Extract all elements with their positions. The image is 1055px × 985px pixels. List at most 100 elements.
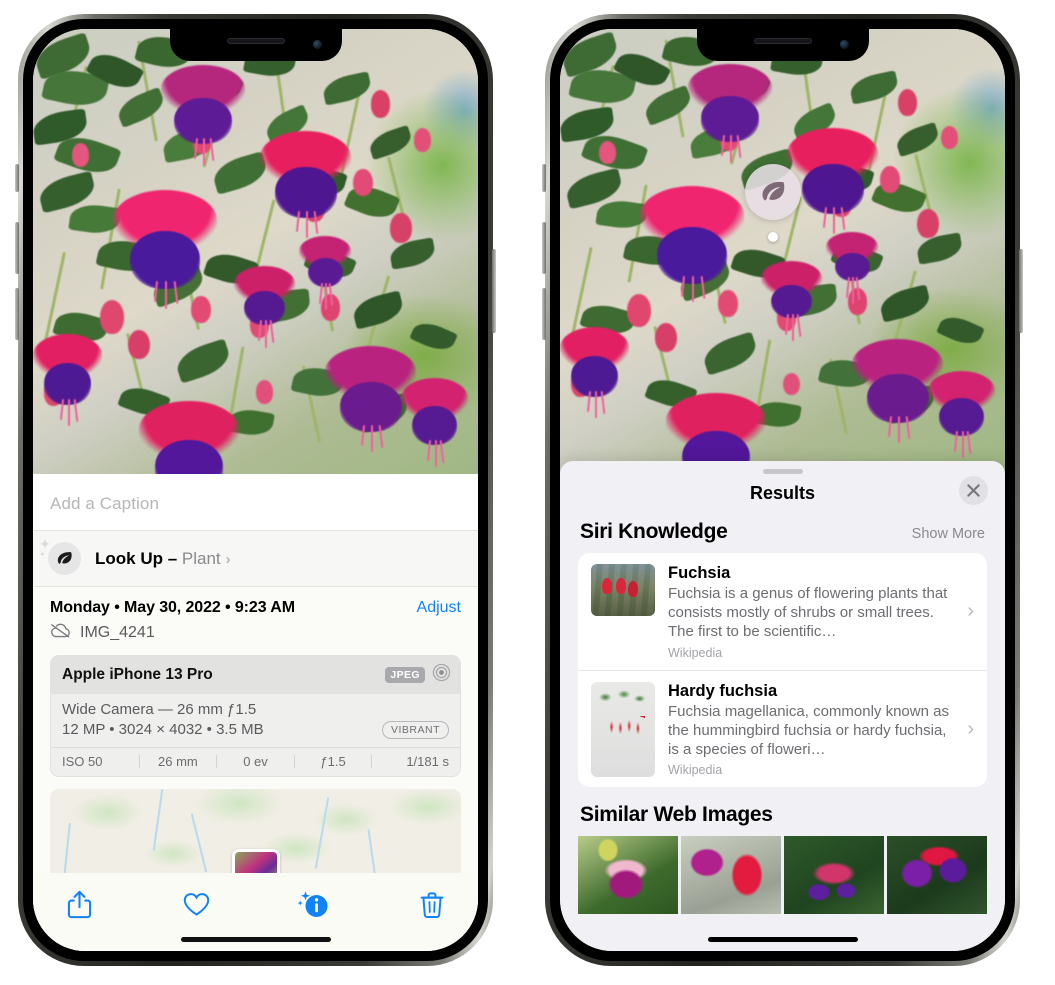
- info-button[interactable]: [294, 887, 334, 927]
- photo-flower-bud: [941, 126, 959, 150]
- caption-input[interactable]: Add a Caption: [33, 474, 478, 530]
- camera-info-card[interactable]: Apple iPhone 13 Pro JPEG Wide Camera — 2…: [50, 655, 461, 777]
- photo-flower-bud: [255, 380, 274, 404]
- photo-flower-bud: [390, 213, 412, 243]
- siri-knowledge-title: Siri Knowledge: [580, 520, 728, 543]
- iphone-left: Add a Caption ✦ ✦ Look Up – Plant › Monda: [15, 14, 496, 966]
- volume-down-button[interactable]: [542, 288, 546, 340]
- photo-fuchsia-left[interactable]: [33, 29, 478, 484]
- delete-button[interactable]: [412, 887, 452, 927]
- look-up-label: Look Up – Plant ›: [95, 549, 231, 569]
- photo-datetime: Monday • May 30, 2022 • 9:23 AM: [50, 599, 295, 616]
- datetime-row: Monday • May 30, 2022 • 9:23 AM Adjust: [33, 587, 478, 621]
- exif-exposure: 0 ev: [243, 753, 268, 769]
- photo-flower-bud: [128, 329, 150, 360]
- similar-web-images-strip[interactable]: [560, 836, 1005, 915]
- sparkle-icon-large: ✦: [39, 536, 51, 552]
- share-icon: [67, 890, 92, 924]
- close-icon: [967, 484, 980, 497]
- iphone-right: Results Siri Knowledge Show More Fuchsia…: [542, 14, 1023, 966]
- volume-up-button[interactable]: [15, 222, 19, 274]
- photo-flower-bud: [191, 295, 211, 324]
- photo-flower-bud: [353, 168, 373, 197]
- photo-flower-bud: [627, 293, 651, 328]
- knowledge-row[interactable]: Hardy fuchsia Fuchsia magellanica, commo…: [578, 669, 987, 788]
- earpiece-speaker-icon: [753, 38, 812, 44]
- exif-focal: 26 mm: [158, 753, 198, 769]
- photo-fuchsia-blossom: [139, 401, 239, 484]
- look-up-title: Look Up: [95, 548, 163, 568]
- knowledge-title: Hardy fuchsia: [668, 681, 778, 700]
- leaf-icon: [762, 181, 785, 201]
- photographic-style-badge: VIBRANT: [381, 721, 449, 739]
- photo-fuchsia-blossom: [299, 236, 352, 311]
- volume-up-button[interactable]: [542, 222, 546, 274]
- photo-fuchsia-right[interactable]: [560, 29, 1005, 474]
- leaf-icon: ✦ ✦: [39, 537, 81, 575]
- volume-down-button[interactable]: [15, 288, 19, 340]
- photo-leaf: [877, 284, 933, 323]
- siri-knowledge-header: Siri Knowledge Show More: [560, 518, 1005, 553]
- photo-flower-bud: [370, 90, 391, 118]
- photo-fuchsia-blossom: [160, 64, 246, 166]
- photo-leaf: [409, 317, 459, 357]
- silent-switch[interactable]: [542, 164, 546, 192]
- front-camera-icon: [312, 40, 322, 49]
- photo-fuchsia-blossom: [640, 186, 744, 303]
- look-up-row[interactable]: ✦ ✦ Look Up – Plant ›: [33, 530, 478, 587]
- knowledge-source: Wikipedia: [668, 645, 723, 660]
- similar-web-images-header: Similar Web Images: [560, 787, 1005, 834]
- photo-fuchsia-blossom: [687, 64, 773, 163]
- trash-icon: [420, 891, 444, 924]
- notch-right: [696, 29, 869, 61]
- web-image-thumbnail[interactable]: [681, 836, 781, 915]
- photo-location-map[interactable]: [50, 788, 461, 879]
- share-button[interactable]: [59, 887, 99, 927]
- format-badge: JPEG: [385, 666, 425, 684]
- close-button[interactable]: [959, 476, 988, 505]
- photo-leaf: [172, 338, 234, 384]
- web-image-thumbnail[interactable]: [784, 836, 884, 915]
- lens-description: Wide Camera — 26 mm ƒ1.5: [62, 701, 257, 718]
- screen-left: Add a Caption ✦ ✦ Look Up – Plant › Monda: [33, 29, 478, 951]
- home-indicator-right[interactable]: [707, 937, 858, 942]
- show-more-button[interactable]: Show More: [912, 526, 985, 542]
- camera-card-body: Wide Camera — 26 mm ƒ1.5 12 MP • 3024 × …: [51, 694, 460, 747]
- web-image-thumbnail[interactable]: [887, 836, 987, 915]
- chevron-right-icon: ›: [967, 717, 974, 740]
- favorite-button[interactable]: [177, 887, 217, 927]
- photo-flower-bud: [880, 165, 900, 193]
- photo-flower-bud: [414, 128, 432, 152]
- results-header: Results: [560, 474, 1005, 518]
- camera-model: Apple iPhone 13 Pro: [62, 666, 213, 683]
- photo-fuchsia-blossom: [826, 231, 879, 305]
- photo-leaf: [320, 70, 373, 106]
- knowledge-title: Fuchsia: [668, 564, 731, 582]
- visual-look-up-badge[interactable]: [745, 164, 801, 220]
- look-up-dash: –: [163, 548, 182, 568]
- home-indicator-left[interactable]: [180, 937, 331, 942]
- knowledge-thumbnail: [591, 681, 655, 777]
- lens-icon: [432, 663, 451, 687]
- results-sheet: Results Siri Knowledge Show More Fuchsia…: [560, 461, 1005, 951]
- heart-icon: [183, 892, 210, 922]
- web-image-thumbnail[interactable]: [578, 836, 678, 915]
- photo-leaf: [848, 69, 900, 105]
- screen-right: Results Siri Knowledge Show More Fuchsia…: [560, 29, 1005, 951]
- silent-switch[interactable]: [15, 164, 19, 192]
- photo-leaf: [893, 122, 942, 158]
- photo-flower-bud: [897, 89, 918, 116]
- photo-flower-bud: [917, 209, 939, 239]
- adjust-button[interactable]: Adjust: [417, 599, 461, 617]
- front-camera-icon: [839, 40, 849, 49]
- side-button[interactable]: [1019, 249, 1023, 333]
- knowledge-description: Fuchsia is a genus of flowering plants t…: [668, 585, 948, 641]
- photo-flower-bud: [598, 140, 617, 164]
- photo-fuchsia-blossom: [234, 266, 295, 348]
- photo-flower-bud: [655, 322, 677, 352]
- knowledge-row[interactable]: Fuchsia Fuchsia is a genus of flowering …: [578, 553, 987, 670]
- chevron-right-icon: ›: [967, 600, 974, 623]
- photo-fuchsia-blossom: [260, 130, 352, 239]
- side-button[interactable]: [492, 249, 496, 333]
- exif-aperture: ƒ1.5: [320, 753, 346, 769]
